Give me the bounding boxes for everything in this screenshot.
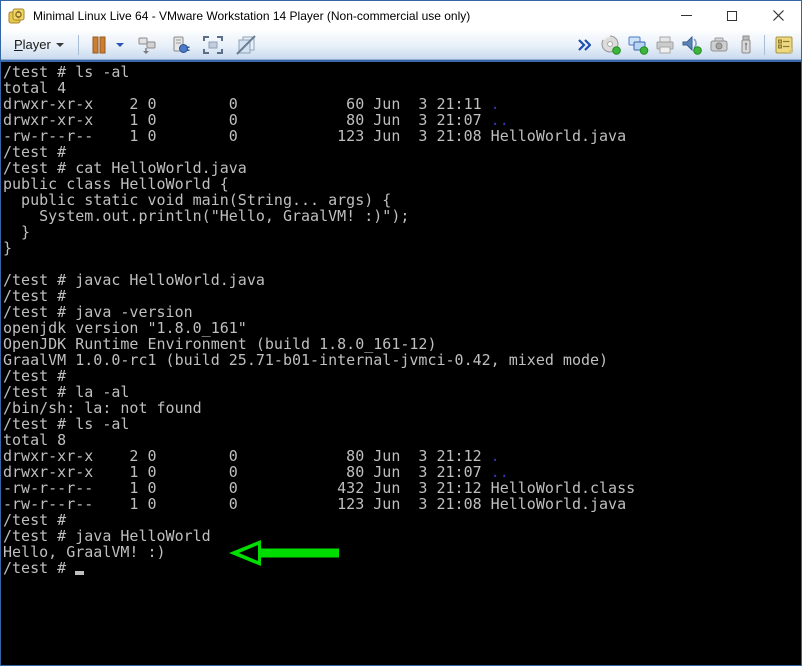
minimize-icon [681, 15, 692, 16]
minimize-button[interactable] [663, 1, 709, 30]
printer-device-button[interactable] [651, 32, 678, 58]
vmware-player-window: Minimal Linux Live 64 - VMware Workstati… [0, 0, 802, 666]
suspend-button-group[interactable] [86, 32, 124, 58]
chevron-down-icon [56, 43, 64, 47]
suspend-dropdown-icon[interactable] [116, 43, 124, 47]
suspend-button[interactable] [86, 32, 113, 58]
vm-hierarchy-icon [137, 35, 157, 55]
maximize-icon [727, 11, 737, 21]
connect-device-icon [170, 35, 190, 55]
fullscreen-icon [202, 35, 224, 55]
webcam-icon [708, 35, 730, 55]
sidebar-notes-icon [774, 35, 794, 55]
device-status-icons [570, 32, 797, 58]
unity-mode-icon [235, 35, 257, 55]
sound-icon [681, 35, 703, 55]
close-icon [773, 10, 784, 21]
player-menu-label: Player [14, 37, 51, 52]
annotation-arrow [227, 539, 341, 567]
fullscreen-button[interactable] [200, 32, 227, 58]
expand-chevrons-icon [577, 39, 591, 51]
suspend-pause-icon [91, 36, 107, 54]
network-device-button[interactable] [624, 32, 651, 58]
webcam-device-button[interactable] [705, 32, 732, 58]
network-displays-icon [627, 35, 649, 55]
cd-dvd-icon [600, 35, 622, 55]
vmware-app-icon [8, 8, 25, 24]
usb-icon [735, 35, 757, 55]
cd-dvd-device-button[interactable] [597, 32, 624, 58]
window-controls [663, 1, 801, 30]
vm-hierarchy-button[interactable] [134, 32, 161, 58]
maximize-button[interactable] [709, 1, 755, 30]
expand-toolbar-button[interactable] [570, 32, 597, 58]
terminal-cursor [75, 562, 84, 575]
vm-terminal-screen[interactable]: /test # ls -altotal 4drwxr-xr-x 2 0 0 60… [1, 60, 801, 665]
terminal-output: /test # ls -altotal 4drwxr-xr-x 2 0 0 60… [3, 64, 801, 576]
toolbar: Player [1, 30, 801, 60]
toolbar-separator [78, 35, 79, 55]
titlebar: Minimal Linux Live 64 - VMware Workstati… [1, 1, 801, 30]
unity-mode-button[interactable] [233, 32, 260, 58]
close-button[interactable] [755, 1, 801, 30]
printer-icon [654, 35, 676, 55]
toolbar-separator [764, 35, 765, 55]
player-menu-button[interactable]: Player [5, 33, 73, 56]
connect-device-button[interactable] [167, 32, 194, 58]
window-title: Minimal Linux Live 64 - VMware Workstati… [33, 9, 470, 23]
sound-device-button[interactable] [678, 32, 705, 58]
usb-device-button[interactable] [732, 32, 759, 58]
sidebar-toggle-button[interactable] [770, 32, 797, 58]
